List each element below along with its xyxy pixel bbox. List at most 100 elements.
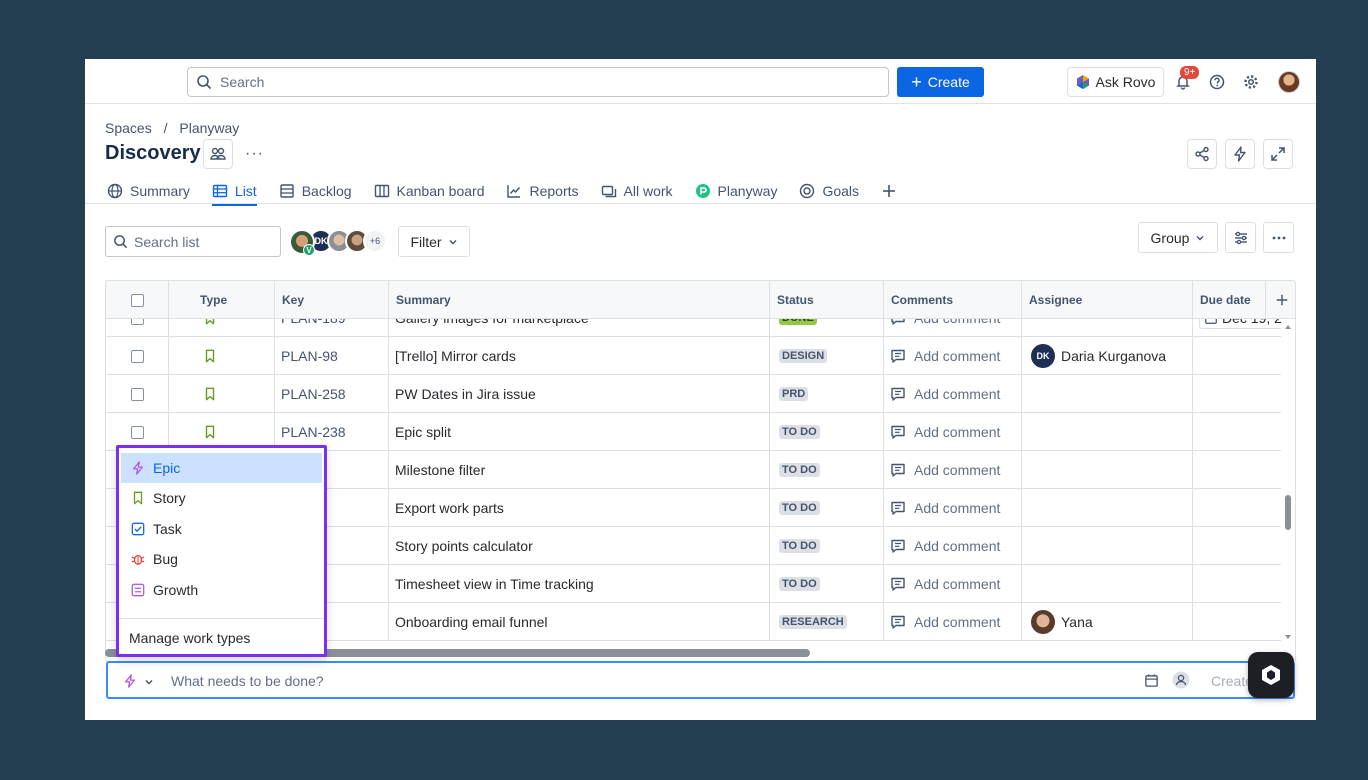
fullscreen-button[interactable] (1263, 139, 1293, 169)
status-cell[interactable]: PRD (769, 375, 883, 413)
table-row[interactable]: PLAN-98 [Trello] Mirror cards DESIGN Add co… (106, 337, 1281, 375)
header-select-all[interactable] (106, 281, 168, 319)
issue-summary[interactable]: Export work parts (395, 500, 504, 516)
header-comments[interactable]: Comments (883, 281, 1021, 319)
due-date-cell[interactable] (1192, 451, 1281, 489)
breadcrumb-spaces[interactable]: Spaces (105, 120, 152, 136)
row-checkbox[interactable] (130, 387, 144, 401)
issue-summary[interactable]: Timesheet view in Time tracking (395, 576, 594, 592)
quick-create-input[interactable]: What needs to be done? (171, 673, 324, 689)
add-view-button[interactable] (881, 177, 897, 204)
assignee[interactable]: DK Daria Kurganova (1031, 344, 1166, 368)
select-all-checkbox[interactable] (130, 293, 144, 307)
assignee-cell[interactable] (1021, 413, 1192, 451)
comments-cell[interactable]: Add comment (883, 603, 1021, 641)
due-date-cell[interactable] (1192, 489, 1281, 527)
ask-rovo-button[interactable]: Ask Rovo (1067, 67, 1164, 97)
header-summary[interactable]: Summary (388, 281, 769, 319)
status-lozenge[interactable]: TO DO (779, 463, 820, 477)
comments-cell[interactable]: Add comment (883, 337, 1021, 375)
search-list-input[interactable]: Search list (105, 226, 281, 257)
automation-button[interactable] (1225, 139, 1255, 169)
status-cell[interactable]: TO DO (769, 527, 883, 565)
comments-cell[interactable]: Add comment (883, 489, 1021, 527)
manage-work-types-link[interactable]: Manage work types (129, 630, 250, 646)
issue-summary[interactable]: Milestone filter (395, 462, 485, 478)
add-comment-button[interactable]: Add comment (890, 424, 1000, 440)
avatars-more[interactable]: +6 (363, 229, 387, 253)
menu-item-task[interactable]: Task (121, 514, 322, 544)
tab-planyway[interactable]: Planyway (695, 177, 777, 204)
add-comment-button[interactable]: Add comment (890, 538, 1000, 554)
due-date-cell[interactable] (1192, 337, 1281, 375)
vertical-scrollbar[interactable] (1282, 321, 1294, 651)
issue-summary[interactable]: Epic split (395, 424, 451, 440)
tab-kanban-board[interactable]: Kanban board (374, 177, 484, 204)
settings-button[interactable] (1241, 72, 1261, 92)
tab-goals[interactable]: Goals (799, 177, 859, 204)
due-date-cell[interactable] (1192, 413, 1281, 451)
status-lozenge[interactable]: RESEARCH (779, 615, 847, 629)
status-cell[interactable]: TO DO (769, 565, 883, 603)
due-date-cell[interactable] (1192, 565, 1281, 603)
summary-cell[interactable]: PW Dates in Jira issue (388, 375, 769, 413)
assignee-cell[interactable] (1021, 489, 1192, 527)
select-cell[interactable] (106, 337, 168, 375)
due-date-cell[interactable] (1192, 375, 1281, 413)
more-actions-button[interactable]: ··· (245, 145, 264, 163)
assignee[interactable]: Yana (1031, 610, 1093, 634)
epic-icon[interactable] (123, 674, 137, 688)
team-button[interactable] (203, 139, 233, 169)
calendar-icon[interactable] (1144, 673, 1159, 688)
add-comment-button[interactable]: Add comment (890, 348, 1000, 364)
view-settings-button[interactable] (1225, 222, 1256, 253)
header-status[interactable]: Status (769, 281, 883, 319)
issue-key[interactable]: PLAN-98 (281, 348, 338, 364)
select-cell[interactable] (106, 375, 168, 413)
header-type[interactable]: Type (168, 281, 274, 319)
user-avatar[interactable] (1278, 71, 1300, 93)
add-comment-button[interactable]: Add comment (890, 500, 1000, 516)
status-lozenge[interactable]: TO DO (779, 577, 820, 591)
issue-summary[interactable]: Onboarding email funnel (395, 614, 548, 630)
global-search-input[interactable]: Search (187, 67, 889, 97)
comments-cell[interactable]: Add comment (883, 565, 1021, 603)
status-lozenge[interactable]: TO DO (779, 539, 820, 553)
header-due-date[interactable]: Due date (1192, 281, 1265, 319)
assignee-cell[interactable] (1021, 565, 1192, 603)
tab-all-work[interactable]: All work (601, 177, 673, 204)
status-cell[interactable]: TO DO (769, 413, 883, 451)
add-comment-button[interactable]: Add comment (890, 576, 1000, 592)
row-checkbox[interactable] (130, 349, 144, 363)
status-cell[interactable]: DESIGN (769, 337, 883, 375)
summary-cell[interactable]: Story points calculator (388, 527, 769, 565)
vertical-scrollbar-track[interactable] (1282, 321, 1294, 651)
status-lozenge[interactable]: DESIGN (779, 349, 828, 363)
add-comment-button[interactable]: Add comment (890, 462, 1000, 478)
status-cell[interactable]: RESEARCH (769, 603, 883, 641)
menu-item-growth[interactable]: Growth (121, 575, 322, 605)
table-row[interactable]: PLAN-258 PW Dates in Jira issue PRD Add com… (106, 375, 1281, 413)
quick-create-bar[interactable]: What needs to be done? Create (106, 661, 1295, 699)
menu-item-bug[interactable]: Bug (121, 544, 322, 574)
help-button[interactable] (1207, 72, 1227, 92)
add-comment-button[interactable]: Add comment (890, 614, 1000, 630)
comments-cell[interactable]: Add comment (883, 413, 1021, 451)
quick-create-submit[interactable]: Create (1211, 673, 1253, 689)
row-checkbox[interactable] (130, 425, 144, 439)
assignee-icon[interactable] (1172, 671, 1190, 689)
due-date-cell[interactable] (1192, 603, 1281, 641)
type-cell[interactable] (168, 337, 274, 375)
header-key[interactable]: Key (274, 281, 388, 319)
summary-cell[interactable]: Onboarding email funnel (388, 603, 769, 641)
summary-cell[interactable]: [Trello] Mirror cards (388, 337, 769, 375)
comments-cell[interactable]: Add comment (883, 375, 1021, 413)
status-lozenge[interactable]: TO DO (779, 501, 820, 515)
status-cell[interactable]: TO DO (769, 489, 883, 527)
summary-cell[interactable]: Epic split (388, 413, 769, 451)
header-assignee[interactable]: Assignee (1021, 281, 1192, 319)
assignee-cell[interactable]: DK Daria Kurganova (1021, 337, 1192, 375)
tab-reports[interactable]: Reports (506, 177, 579, 204)
status-lozenge[interactable]: TO DO (779, 425, 820, 439)
summary-cell[interactable]: Milestone filter (388, 451, 769, 489)
